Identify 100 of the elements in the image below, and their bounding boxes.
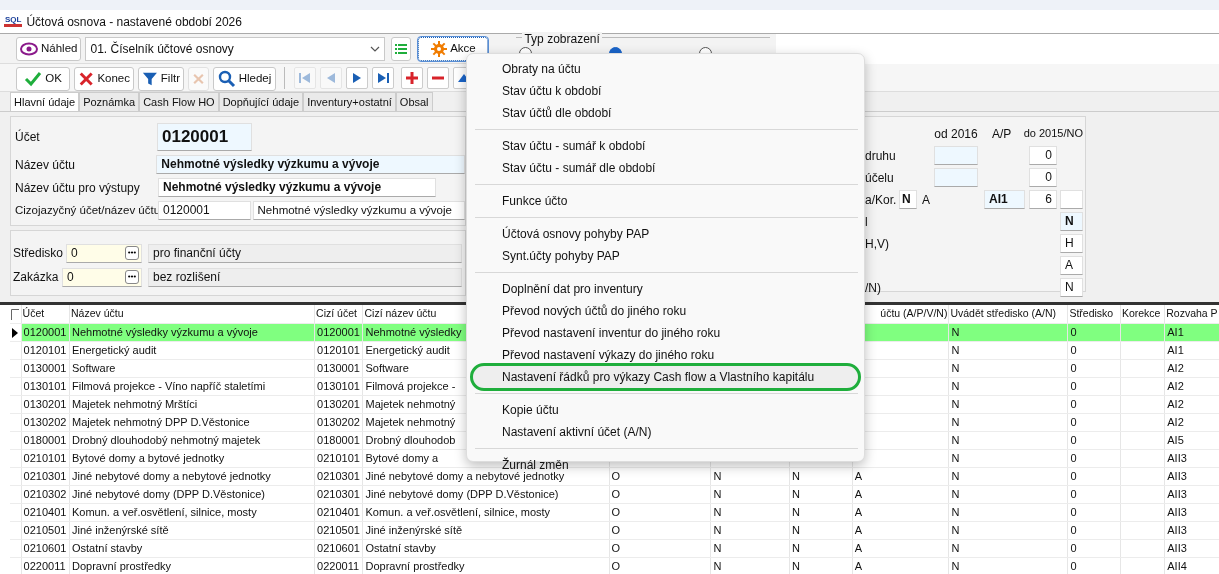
menu-item[interactable]: Synt.účty pohyby PAP [473,245,858,267]
menu-item[interactable]: Účtová osnovy pohyby PAP [473,223,858,245]
table-cell: 0 [1067,359,1121,377]
input-field[interactable]: AI1 [984,190,1025,209]
tab[interactable]: Dopňující údaje [218,92,304,111]
table-cell: 0130202 [21,413,70,431]
last-button[interactable] [372,67,394,89]
tab[interactable]: Poznámka [79,92,140,111]
foreign-name-field[interactable]: Nehmotné výsledky výzkumu a vývoje [252,201,465,220]
table-cell: 0210302 [21,485,70,503]
ok-button[interactable]: OK [16,67,70,91]
close-button[interactable]: Konec [74,67,134,91]
menu-item[interactable]: Nastavení řádků pro výkazy Cash flow a Vlastního kapitálu [473,366,858,388]
field-label: a/Kor. [865,191,898,209]
table-cell: N [789,521,853,539]
table-cell: 0210501 [314,521,363,539]
menu-item[interactable]: Stav účtu - sumář k období [473,135,858,157]
field-label: H,V) [865,235,890,253]
tab[interactable]: Obsal [395,92,433,111]
table-cell: 0 [1067,503,1121,521]
gear-icon [431,41,448,57]
input-field[interactable] [934,146,978,165]
table-cell: N [789,539,853,557]
table-cell: 0210101 [314,449,363,467]
table-cell: 0130101 [314,377,363,395]
close-icon [78,70,95,88]
input-field[interactable] [934,168,978,187]
search-button[interactable]: Hledej [213,67,276,91]
table-cell: 0130201 [314,395,363,413]
menu-item[interactable]: Stav účtu - sumář dle období [473,157,858,179]
field-label: Název účtu [15,156,77,174]
table-cell: 0210401 [314,503,363,521]
input-field[interactable] [1060,190,1083,209]
field-label: Účet [15,128,41,146]
table-cell: Majetek nehmotný DPP D.Věstonice [69,413,315,431]
input-field[interactable]: A [1060,256,1083,275]
tab[interactable]: Cash Flow HO [139,92,219,111]
eye-icon [20,42,38,56]
field-label: l [865,213,869,231]
table-cell: 0220011 [314,557,363,574]
more-icon [128,251,136,255]
actions-button[interactable]: Akce [418,37,489,61]
input-field[interactable]: N [1060,212,1083,231]
tab[interactable]: Inventury+ostatní [303,92,396,111]
field-label: účelu [865,169,895,187]
field-text: A [921,191,931,209]
table-cell: 0 [1067,413,1121,431]
table-cell: N [948,395,1068,413]
add-button[interactable] [401,67,423,89]
table-cell: AI2 [1164,413,1219,431]
column-header: A/P [991,125,1013,143]
table-cell: 0220011 [21,557,70,574]
field-value: 0 [71,244,78,262]
table-cell: AI2 [1164,395,1219,413]
menu-item[interactable]: Stav účtů dle období [473,102,858,124]
input-field[interactable]: 0 [1029,168,1057,187]
table-cell: Filmová projekce - Víno napříč staletími [69,377,315,395]
menu-item[interactable]: Obraty na účtu [473,58,858,80]
table-cell: AII3 [1164,485,1219,503]
output-name-field[interactable]: Nehmotné výsledky výzkumu a vývoje [158,178,436,197]
last-icon [375,70,391,86]
order-field[interactable]: 0 [62,267,142,287]
next-button[interactable] [346,67,368,89]
cost-center-field[interactable]: 0 [66,243,142,263]
table-cell: Ostatní stavby [69,539,315,557]
table-cell: 0 [1067,557,1121,574]
account-field[interactable]: 0120001 [157,123,252,151]
table-cell: N [948,449,1068,467]
view-select[interactable]: 01. Číselník účtové osnovy [85,37,386,61]
table-cell: 0120101 [314,341,363,359]
input-field[interactable]: N [1060,278,1083,297]
table-cell: 0 [1067,521,1121,539]
lookup-button[interactable] [125,270,139,284]
input-field[interactable]: H [1060,234,1083,253]
field-label: Středisko [13,245,65,262]
preview-button[interactable]: Náhled [16,37,82,61]
table-cell: AII3 [1164,449,1219,467]
table-cell: 0 [1067,377,1121,395]
window-title: Účtová osnova - nastavené období 2026 [26,13,242,31]
menu-item[interactable]: Doplnění dat pro inventury [473,278,858,300]
input-field[interactable]: N [899,190,917,209]
filter-button[interactable]: Filtr [138,67,184,91]
delete-button[interactable] [427,67,449,89]
menu-item[interactable]: Funkce účto [473,190,858,212]
foreign-account-field[interactable]: 0120001 [158,201,251,220]
name-field[interactable]: Nehmotné výsledky výzkumu a vývoje [156,155,465,174]
tab[interactable]: Hlavní údaje [10,92,80,111]
list-button[interactable] [391,37,412,61]
lookup-button[interactable] [125,246,139,260]
table-cell: 0210401 [21,503,70,521]
table-cell: Komun. a veř.osvětlení, silnice, mosty [69,503,315,521]
table-cell: N [948,341,1068,359]
table-cell: N [789,485,853,503]
input-field[interactable]: 6 [1029,190,1057,209]
table-cell: O [609,557,711,574]
menu-item[interactable]: Stav účtu k období [473,80,858,102]
column-header: Účet [21,305,70,323]
input-field[interactable]: 0 [1029,146,1057,165]
table-cell: 0 [1067,449,1121,467]
table-cell: 0 [1067,467,1121,485]
